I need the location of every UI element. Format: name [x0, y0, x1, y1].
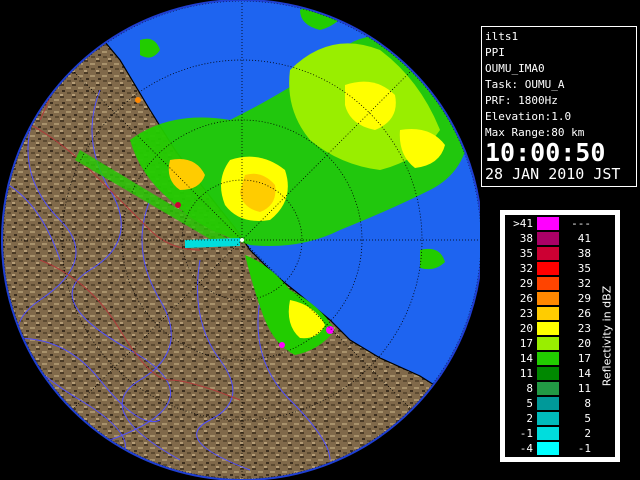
- legend-row: 58: [505, 396, 597, 411]
- legend-row: 20 23: [505, 321, 597, 336]
- legend-row: 29 32: [505, 276, 597, 291]
- elevation-value: Elevation:1.0: [485, 110, 572, 123]
- radar-info-panel: ilts1 PPI OUMU_IMA0 Task: OUMU_A PRF: 18…: [481, 26, 637, 187]
- legend-swatch: [537, 382, 559, 395]
- legend-upper-bound: ---: [571, 217, 591, 230]
- legend-row: 32 35: [505, 261, 597, 276]
- legend-swatch: [537, 442, 559, 455]
- legend-swatch: [537, 307, 559, 320]
- legend-swatch: [537, 262, 559, 275]
- legend-swatch: [537, 247, 559, 260]
- legend-lower-bound: >41: [513, 217, 533, 230]
- legend-upper-bound: 23: [577, 322, 591, 335]
- legend-lower-bound: 17: [519, 337, 533, 350]
- legend-unit-text: Reflectivity in dBZ: [600, 285, 614, 387]
- observation-time: 10:00:50: [485, 138, 606, 167]
- legend-lower-bound: -4: [519, 442, 533, 455]
- legend-lower-bound: 32: [519, 262, 533, 275]
- radar-site-marker: [240, 238, 244, 242]
- legend-swatch: [537, 397, 559, 410]
- legend-swatch: [537, 232, 559, 245]
- legend-upper-bound: 2: [584, 427, 591, 440]
- reflectivity-legend: >41 --- 38 41 35 38 32 35 29 32 26 29 23 26 20 23 17 20 14…: [500, 210, 620, 462]
- legend-lower-bound: 20: [519, 322, 533, 335]
- legend-upper-bound: 17: [577, 352, 591, 365]
- legend-lower-bound: 23: [519, 307, 533, 320]
- legend-swatch: [537, 367, 559, 380]
- legend-upper-bound: 41: [577, 232, 591, 245]
- legend-row: 25: [505, 411, 597, 426]
- legend-row: 14 17: [505, 351, 597, 366]
- legend-upper-bound: 38: [577, 247, 591, 260]
- legend-lower-bound: 2: [526, 412, 533, 425]
- legend-upper-bound: 5: [584, 412, 591, 425]
- legend-upper-bound: 20: [577, 337, 591, 350]
- scan-type: PPI: [485, 46, 505, 59]
- legend-upper-bound: 35: [577, 262, 591, 275]
- legend-lower-bound: 26: [519, 292, 533, 305]
- site-name: ilts1: [485, 30, 519, 43]
- legend-upper-bound: 11: [577, 382, 591, 395]
- legend-lower-bound: 11: [519, 367, 533, 380]
- legend-lower-bound: 38: [519, 232, 533, 245]
- legend-lower-bound: 35: [519, 247, 533, 260]
- legend-row: 35 38: [505, 246, 597, 261]
- legend-upper-bound: 32: [577, 277, 591, 290]
- legend-row: 11 14: [505, 366, 597, 381]
- legend-row: 17 20: [505, 336, 597, 351]
- legend-row: 38 41: [505, 231, 597, 246]
- legend-upper-bound: 26: [577, 307, 591, 320]
- legend-swatch: [537, 292, 559, 305]
- legend-swatch: [537, 412, 559, 425]
- legend-upper-bound: -1: [577, 442, 591, 455]
- legend-row: -4 -1: [505, 441, 597, 456]
- radar-ppi-map: [0, 0, 480, 480]
- legend-lower-bound: 14: [519, 352, 533, 365]
- legend-row: -1 2: [505, 426, 597, 441]
- legend-swatch: [537, 352, 559, 365]
- legend-upper-bound: 8: [584, 397, 591, 410]
- observation-date: 28 JAN 2010 JST: [485, 165, 621, 183]
- legend-swatch: [537, 427, 559, 440]
- legend-row: >41 ---: [505, 216, 597, 231]
- legend-upper-bound: 29: [577, 292, 591, 305]
- legend-unit-label: Reflectivity in dBZ: [598, 215, 616, 457]
- legend-row: 23 26: [505, 306, 597, 321]
- legend-swatch: [537, 217, 559, 230]
- product-name: OUMU_IMA0: [485, 62, 545, 75]
- legend-swatch: [537, 322, 559, 335]
- legend-swatch: [537, 277, 559, 290]
- legend-lower-bound: 8: [526, 382, 533, 395]
- legend-upper-bound: 14: [577, 367, 591, 380]
- legend-lower-bound: -1: [519, 427, 533, 440]
- legend-body: >41 --- 38 41 35 38 32 35 29 32 26 29 23 26 20 23 17 20 14…: [505, 215, 615, 457]
- prf-value: PRF: 1800Hz: [485, 94, 558, 107]
- legend-swatch: [537, 337, 559, 350]
- legend-row: 26 29: [505, 291, 597, 306]
- legend-lower-bound: 29: [519, 277, 533, 290]
- legend-lower-bound: 5: [526, 397, 533, 410]
- task-name: Task: OUMU_A: [485, 78, 565, 91]
- legend-row: 8 11: [505, 381, 597, 396]
